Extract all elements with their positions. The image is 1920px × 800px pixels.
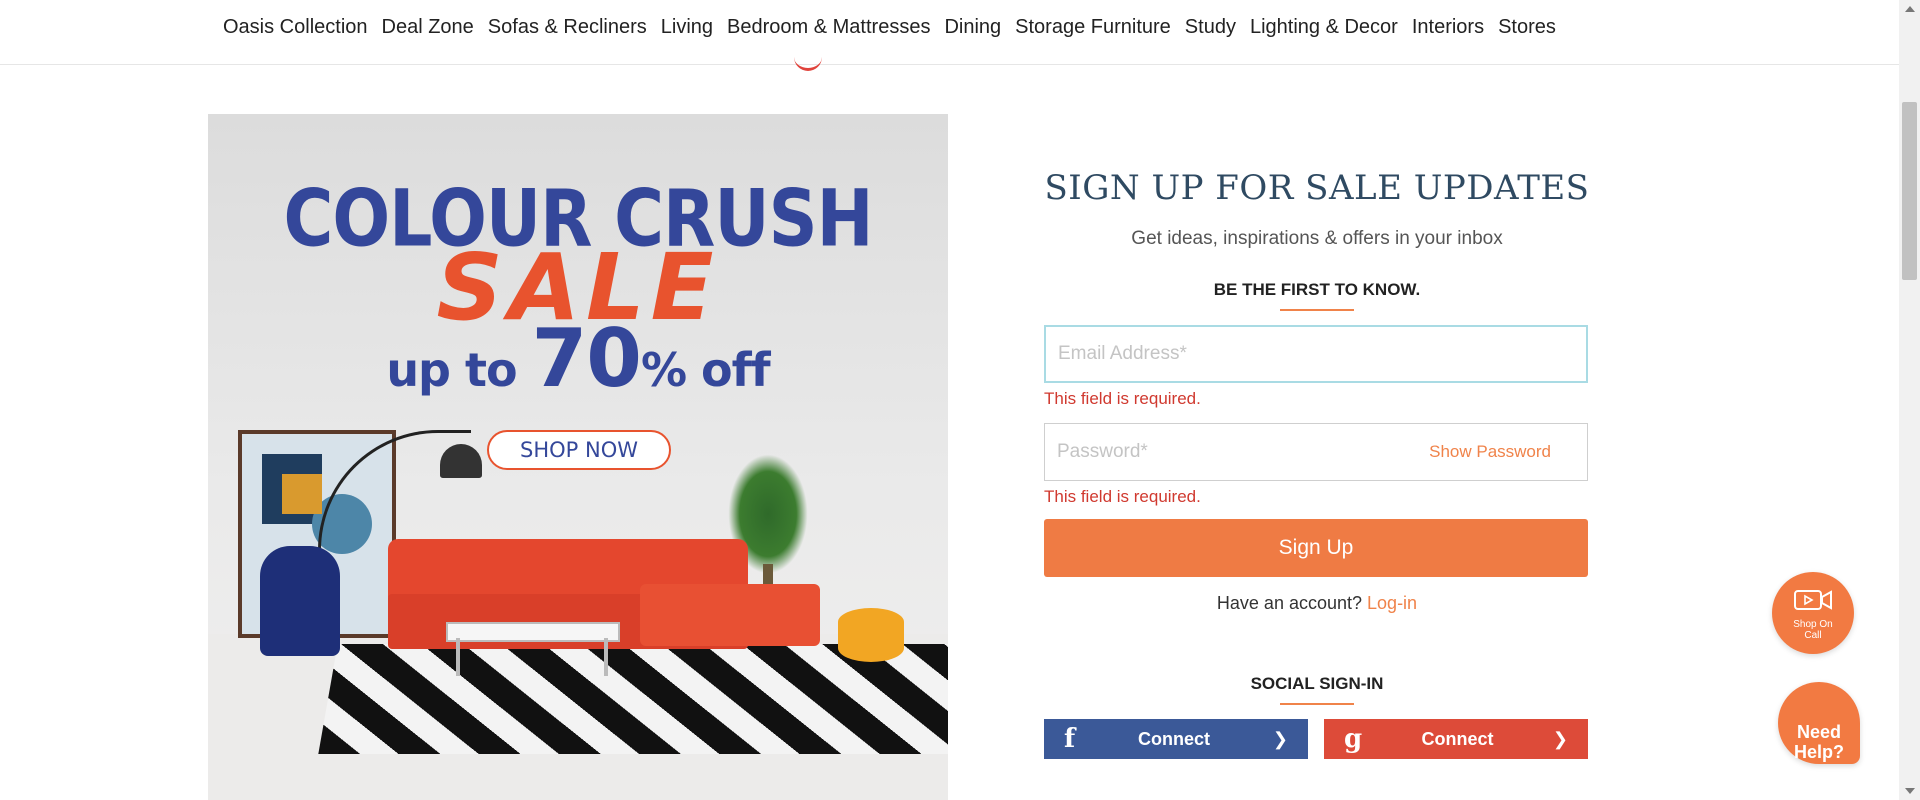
floor-lamp-shade (440, 444, 482, 478)
video-camera-icon (1794, 590, 1832, 610)
nav-item-sofas-recliners[interactable]: Sofas & Recliners (488, 16, 647, 39)
signup-form: SIGN UP FOR SALE UPDATES Get ideas, insp… (1044, 114, 1590, 759)
nav-item-stores[interactable]: Stores (1498, 16, 1556, 39)
google-icon: g (1344, 724, 1363, 754)
coffee-table-leg (604, 638, 608, 676)
nav-item-study[interactable]: Study (1185, 16, 1236, 39)
coffee-table-leg (456, 638, 460, 676)
nav-item-oasis-collection[interactable]: Oasis Collection (223, 16, 368, 39)
nav-item-dining[interactable]: Dining (944, 16, 1001, 39)
armchair-image (260, 546, 340, 656)
email-field[interactable] (1046, 327, 1586, 381)
banner-discount-value: 70 (531, 312, 642, 405)
nav-menu: Oasis Collection Deal Zone Sofas & Recli… (223, 16, 1556, 39)
banner-discount: up to 70% off (208, 312, 948, 405)
chevron-right-icon: ❯ (1272, 728, 1288, 749)
show-password-link[interactable]: Show Password (1429, 442, 1551, 462)
login-link[interactable]: Log-in (1367, 593, 1417, 613)
nav-item-storage-furniture[interactable]: Storage Furniture (1015, 16, 1171, 39)
sign-up-button[interactable]: Sign Up (1044, 519, 1588, 577)
shop-on-call-label: Shop On Call (1772, 619, 1854, 641)
google-connect-label: Connect (1421, 728, 1494, 749)
scroll-up-icon[interactable] (1905, 6, 1915, 12)
shop-on-call-button[interactable]: Shop On Call (1772, 572, 1854, 654)
social-signin-heading: SOCIAL SIGN-IN (1250, 674, 1384, 693)
signup-title: SIGN UP FOR SALE UPDATES (1044, 168, 1590, 208)
nav-item-bedroom-mattresses[interactable]: Bedroom & Mattresses (727, 16, 930, 39)
top-navigation: Oasis Collection Deal Zone Sofas & Recli… (0, 0, 1899, 65)
nav-item-interiors[interactable]: Interiors (1412, 16, 1484, 39)
banner-discount-suffix: % off (640, 343, 771, 397)
signup-subtitle: Get ideas, inspirations & offers in your… (1131, 228, 1503, 249)
need-help-line2: Help? (1793, 742, 1844, 762)
have-account-text: Have an account? Log-in (1044, 593, 1590, 614)
google-connect-button[interactable]: g Connect ❯ (1324, 719, 1588, 759)
shop-now-button[interactable]: SHOP NOW (487, 430, 671, 470)
sale-banner[interactable]: COLOUR CRUSH SALE up to 70% off SHOP NOW (208, 114, 948, 800)
need-help-label: Need Help? (1778, 682, 1860, 762)
rug-image (318, 644, 948, 754)
heading-underline (1280, 309, 1354, 311)
email-field-wrapper (1044, 325, 1588, 383)
need-help-button[interactable]: Need Help? (1778, 682, 1860, 764)
coffee-table-top (446, 622, 620, 642)
email-error: This field is required. (1044, 389, 1201, 408)
logo-fragment (794, 50, 822, 71)
password-field-wrapper: Show Password (1044, 423, 1588, 481)
facebook-connect-button[interactable]: f Connect ❯ (1044, 719, 1308, 759)
vertical-scrollbar[interactable] (1899, 0, 1920, 800)
first-to-know-heading: BE THE FIRST TO KNOW. (1213, 280, 1421, 299)
scroll-down-icon[interactable] (1905, 788, 1915, 794)
password-error: This field is required. (1044, 487, 1201, 506)
facebook-connect-label: Connect (1138, 728, 1211, 749)
shop-on-call-line2: Call (1804, 630, 1822, 641)
nav-item-living[interactable]: Living (661, 16, 713, 39)
ottoman-image (838, 608, 904, 662)
banner-discount-prefix: up to (386, 343, 517, 397)
social-buttons: f Connect ❯ g Connect ❯ (1044, 719, 1590, 759)
nav-item-deal-zone[interactable]: Deal Zone (382, 16, 474, 39)
need-help-line1: Need (1796, 722, 1841, 742)
nav-item-lighting-decor[interactable]: Lighting & Decor (1250, 16, 1398, 39)
chevron-right-icon: ❯ (1552, 728, 1568, 749)
have-account-label: Have an account? (1216, 593, 1363, 613)
scrollbar-thumb[interactable] (1902, 102, 1917, 280)
social-heading-underline (1280, 703, 1354, 705)
sofa-chaise (640, 584, 820, 646)
facebook-icon: f (1064, 724, 1076, 754)
shop-on-call-line1: Shop On (1793, 619, 1833, 630)
